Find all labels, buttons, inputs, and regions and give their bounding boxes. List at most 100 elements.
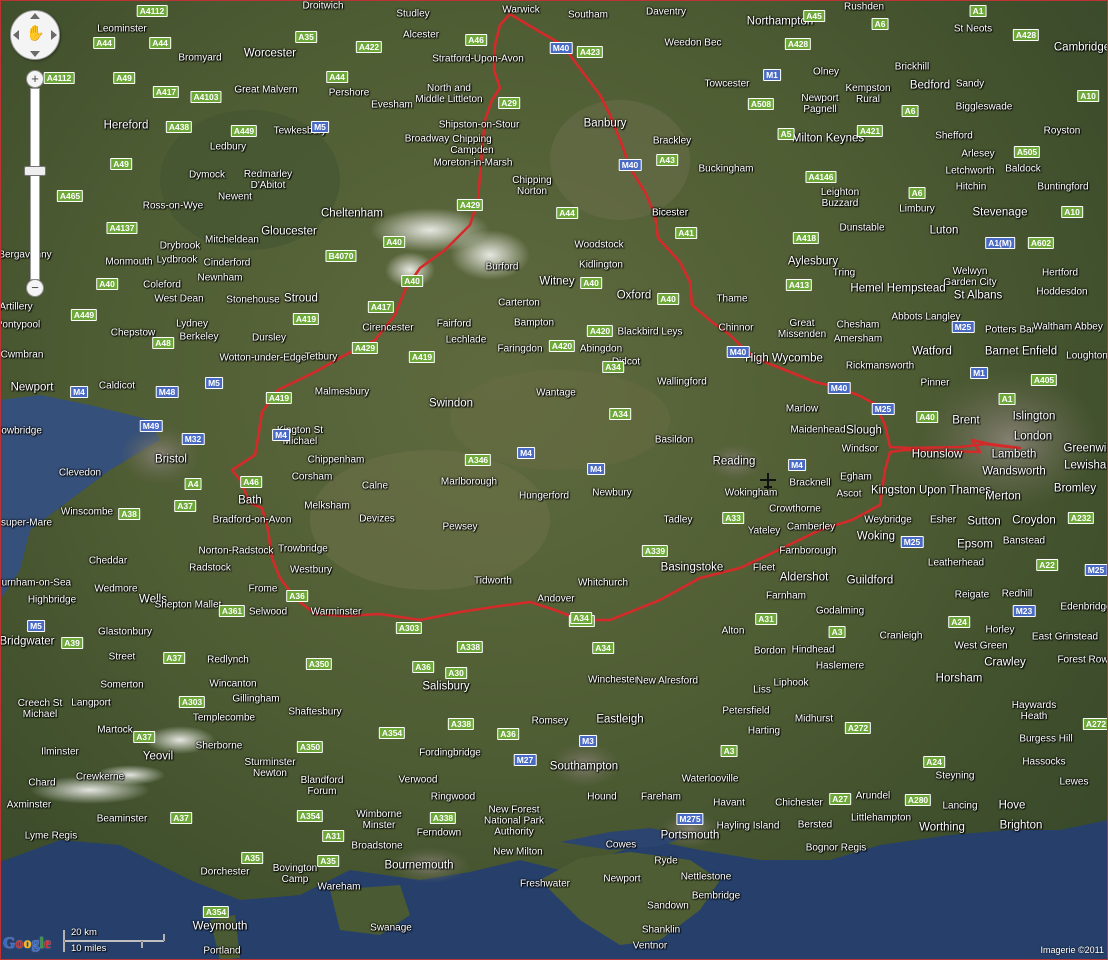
motorway-shield: M25 xyxy=(871,403,895,415)
place-label: Mitcheldean xyxy=(205,234,259,246)
a-road-shield: A40 xyxy=(96,278,118,290)
place-label: Chichester xyxy=(775,797,823,809)
a-road-shield: A40 xyxy=(916,411,938,423)
pan-up-icon[interactable] xyxy=(30,13,40,19)
place-label: Chipping Campden xyxy=(450,134,494,156)
place-label: Lewisham xyxy=(1064,459,1108,472)
place-label: St Neots xyxy=(953,23,993,35)
place-label: Trowbridge xyxy=(278,543,328,555)
place-label: Newbury xyxy=(592,487,632,499)
place-label: Steyning xyxy=(935,770,975,782)
place-label: New Alresford xyxy=(635,675,699,687)
hand-icon[interactable]: ✋ xyxy=(26,25,45,43)
place-label: Warwick xyxy=(502,4,540,16)
place-label: Forest Row xyxy=(1057,654,1108,666)
place-label: Broadstone xyxy=(351,840,403,852)
place-label: Lewes xyxy=(1059,776,1089,788)
a-road-shield: A1 xyxy=(969,5,987,17)
place-label: Watford xyxy=(912,345,952,358)
place-label: Cirencester xyxy=(362,322,414,334)
place-label: West Dean xyxy=(154,293,204,305)
place-label: Kidlington xyxy=(579,259,623,271)
place-label: Reading xyxy=(712,455,756,468)
place-label: Leominster xyxy=(97,23,147,35)
zoom-slider-thumb[interactable] xyxy=(24,166,46,177)
a-road-shield: A272 xyxy=(1082,718,1108,730)
a-road-shield: A24 xyxy=(948,616,970,628)
motorway-shield: M4 xyxy=(272,429,290,441)
a-road-shield: A33 xyxy=(722,512,744,524)
place-label: Lechlade xyxy=(445,334,487,346)
place-label: Moreton-in-Marsh xyxy=(433,157,513,169)
motorway-shield: M1 xyxy=(763,69,781,81)
place-label: Bridgwater xyxy=(0,635,55,648)
place-label: Street xyxy=(108,651,136,663)
place-label: Hereford xyxy=(103,119,149,132)
place-label: Stroud xyxy=(284,292,318,305)
a-road-shield: A405 xyxy=(1030,374,1058,386)
motorway-shield: M1 xyxy=(970,367,988,379)
place-label: Devizes xyxy=(359,513,395,525)
place-label: Creech St Michael xyxy=(17,698,63,720)
place-label: Basingstoke xyxy=(660,561,724,574)
place-label: Coleford xyxy=(143,279,181,291)
pan-right-icon[interactable] xyxy=(51,30,57,40)
place-label: Buckingham xyxy=(698,163,754,175)
place-label: Shaftesbury xyxy=(288,706,342,718)
place-label: Stonehouse xyxy=(226,294,280,306)
place-label: Hitchin xyxy=(955,181,987,193)
place-label: Caldicot xyxy=(98,380,136,392)
place-label: Wotton-under-Edge xyxy=(219,352,307,364)
motorway-shield: M4 xyxy=(70,386,88,398)
place-label: Pewsey xyxy=(442,521,478,533)
place-label: Blandford Forum xyxy=(300,775,344,797)
place-label: Glastonbury xyxy=(98,626,152,638)
place-label: Blackbird Leys xyxy=(617,326,683,338)
place-label: Weedon Bec xyxy=(664,37,722,49)
a-road-shield: A49 xyxy=(113,72,135,84)
place-label: Carterton xyxy=(498,297,540,309)
place-label: Havant xyxy=(713,797,745,809)
place-label: Newport xyxy=(603,873,641,885)
a-road-shield: A508 xyxy=(747,98,775,110)
place-label: Cambridge xyxy=(1053,41,1108,54)
place-label: Slough xyxy=(846,424,882,437)
place-label: Kingston Upon Thames xyxy=(871,484,991,497)
place-label: Monmouth xyxy=(105,256,153,268)
a-road-shield: A36 xyxy=(412,661,434,673)
place-label: Farnborough xyxy=(779,545,837,557)
zoom-out-button[interactable]: − xyxy=(26,279,44,297)
place-label: Burgess Hill xyxy=(1019,733,1073,745)
place-label: Abbots Langley xyxy=(891,311,961,323)
place-label: Brickhill xyxy=(894,61,930,73)
place-label: Guildford xyxy=(846,574,894,587)
a-road-shield: A5 xyxy=(777,128,795,140)
place-label: Beaminster xyxy=(96,813,148,825)
a-road-shield: A10 xyxy=(1061,206,1083,218)
place-label: Bromley xyxy=(1053,482,1097,495)
pan-down-icon[interactable] xyxy=(30,51,40,57)
motorway-shield: M40 xyxy=(618,159,642,171)
pan-control[interactable]: ✋ xyxy=(10,10,60,60)
place-label: Southampton xyxy=(549,760,619,773)
satellite-map[interactable]: Droitwich Leominster Studley Warwick Southam… xyxy=(0,0,1108,960)
a-road-shield: A10 xyxy=(1077,90,1099,102)
a-road-shield: A40 xyxy=(383,236,405,248)
google-logo[interactable]: Google xyxy=(3,935,51,953)
place-label: Liphook xyxy=(773,677,809,689)
place-label: Wareham xyxy=(317,881,361,893)
place-label: Midhurst xyxy=(794,713,834,725)
motorway-shield: M25 xyxy=(900,536,924,548)
pan-left-icon[interactable] xyxy=(13,30,19,40)
a-road-shield: A37 xyxy=(163,652,185,664)
place-label: Hoddesdon xyxy=(1036,286,1088,298)
place-label: Lancing xyxy=(942,800,978,812)
place-label: Bordon xyxy=(753,645,787,657)
place-label: Bournemouth xyxy=(384,859,454,872)
a-road-shield: A417 xyxy=(367,301,395,313)
zoom-in-button[interactable]: + xyxy=(26,70,44,88)
place-label: Great Malvern xyxy=(234,84,298,96)
place-label: Newport xyxy=(10,381,54,394)
place-label: Daventry xyxy=(645,6,687,18)
zoom-slider-track[interactable] xyxy=(30,88,40,280)
